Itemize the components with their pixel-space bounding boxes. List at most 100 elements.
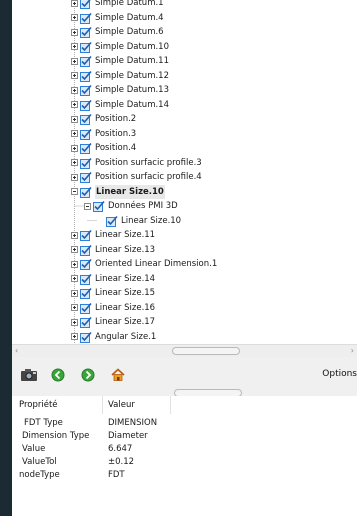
property-row[interactable]: Value 6.647 (12, 443, 357, 456)
tree-node-label: Simple Datum.13 (95, 85, 169, 95)
expand-toggle-icon[interactable] (71, 0, 78, 7)
expand-toggle-icon[interactable] (71, 101, 78, 108)
expand-toggle-icon[interactable] (71, 130, 78, 137)
column-separator[interactable] (170, 396, 171, 414)
horizontal-scrollbar[interactable]: ‹ › (12, 344, 357, 357)
tree-node[interactable]: Position surfacic profile.4 (71, 170, 202, 184)
header-property[interactable]: Propriété (19, 400, 58, 410)
checkbox-icon[interactable] (80, 273, 95, 285)
expand-toggle-icon[interactable] (71, 144, 78, 152)
property-value: Diameter (108, 431, 148, 441)
tree-node-label: Position.3 (95, 128, 137, 139)
tree-node[interactable]: Simple Datum.1 (71, 0, 164, 10)
checkbox-icon[interactable] (80, 128, 95, 140)
tree-node[interactable]: Linear Size.16 (71, 301, 155, 315)
checkbox-icon[interactable] (80, 84, 95, 96)
expand-toggle-icon[interactable] (71, 318, 78, 326)
tree-node[interactable]: Position.4 (71, 141, 136, 155)
tree-node[interactable]: Simple Datum.14 (71, 98, 169, 112)
checkbox-icon[interactable] (80, 157, 95, 169)
checkbox-icon[interactable] (80, 70, 95, 82)
checkbox-icon[interactable] (80, 331, 95, 343)
tree-node[interactable]: Oriented Linear Dimension.1 (71, 257, 217, 271)
checkbox-icon[interactable] (106, 215, 121, 227)
tree-node[interactable]: Simple Datum.11 (71, 54, 169, 68)
expand-toggle-icon[interactable] (71, 173, 78, 181)
checkbox-icon[interactable] (93, 200, 108, 212)
expand-toggle-icon[interactable] (71, 57, 78, 65)
home-icon[interactable] (109, 367, 127, 383)
property-row[interactable]: FDT Type DIMENSION (12, 417, 357, 430)
checkbox-icon[interactable] (80, 142, 95, 154)
tree-node[interactable]: Simple Datum.4 (71, 11, 164, 25)
checkbox-icon[interactable] (80, 12, 95, 24)
tree-node[interactable]: Données PMI 3D (84, 199, 178, 213)
model-tree[interactable]: Simple Datum.1 Simple Datum.4 Simple Datum… (12, 0, 357, 344)
checkbox-icon[interactable] (80, 171, 95, 183)
checkbox-icon[interactable] (80, 302, 95, 314)
camera-icon[interactable] (20, 367, 38, 383)
expand-toggle-icon[interactable] (71, 14, 78, 21)
expand-toggle-icon[interactable] (71, 289, 78, 297)
back-arrow-icon[interactable] (49, 367, 67, 383)
checkbox-icon[interactable] (80, 99, 95, 111)
property-row[interactable]: nodeType FDT (12, 469, 357, 482)
tree-node[interactable]: Linear Size.14 (71, 272, 155, 286)
tree-node-label: Linear Size.10 (121, 215, 182, 226)
expand-toggle-icon[interactable] (71, 72, 78, 79)
tree-node[interactable]: Linear Size.15 (71, 286, 155, 300)
forward-arrow-icon[interactable] (79, 367, 97, 383)
tree-node[interactable]: Simple Datum.6 (71, 25, 164, 39)
expand-toggle-icon[interactable] (71, 275, 78, 282)
expand-toggle-icon[interactable] (71, 246, 78, 253)
checkbox-icon[interactable] (80, 244, 95, 256)
checkbox-icon[interactable] (80, 113, 95, 125)
expand-toggle-icon[interactable] (71, 333, 78, 340)
tree-node[interactable]: Linear Size.10 (71, 184, 165, 199)
expand-toggle-icon[interactable] (71, 43, 78, 50)
checkbox-icon[interactable] (80, 41, 95, 53)
tree-node[interactable]: Linear Size.11 (71, 228, 155, 242)
expand-toggle-icon[interactable] (71, 231, 78, 239)
tree-node[interactable]: Linear Size.17 (71, 315, 155, 329)
tree-node-label: Linear Size.11 (95, 230, 156, 240)
checkbox-icon[interactable] (80, 26, 95, 38)
tree-node-label: Simple Datum.6 (95, 27, 164, 37)
column-separator[interactable] (102, 396, 103, 414)
properties-grid: Propriété Valeur FDT Type DIMENSION Dime… (12, 396, 357, 516)
checkbox-icon[interactable] (80, 55, 95, 67)
checkbox-icon[interactable] (80, 316, 95, 328)
scroll-right-arrow[interactable]: › (351, 346, 354, 355)
expand-toggle-icon[interactable] (71, 86, 78, 94)
options-button[interactable]: Options (322, 369, 357, 379)
scrollbar-thumb[interactable] (172, 347, 240, 355)
tree-node[interactable]: Position surfacic profile.3 (71, 156, 202, 170)
tree-node-label: Position.4 (95, 143, 137, 153)
property-row[interactable]: Dimension Type Diameter (12, 430, 357, 443)
checkbox-icon[interactable] (80, 287, 95, 299)
checkbox-icon[interactable] (80, 0, 95, 9)
checkbox-icon[interactable] (80, 186, 95, 198)
checkbox-icon[interactable] (80, 229, 95, 241)
tree-node-label: Simple Datum.10 (95, 41, 169, 52)
expand-toggle-icon[interactable] (71, 115, 78, 123)
properties-header: Propriété Valeur (12, 396, 357, 414)
collapse-toggle-icon[interactable] (71, 188, 78, 195)
tree-node[interactable]: Simple Datum.10 (71, 40, 169, 54)
tree-node[interactable]: Simple Datum.12 (71, 69, 169, 83)
expand-toggle-icon[interactable] (71, 159, 78, 166)
tree-node[interactable]: Angular Size.1 (71, 330, 156, 344)
expand-toggle-icon[interactable] (71, 304, 78, 311)
property-row[interactable]: ValueTol ±0.12 (12, 456, 357, 469)
tree-node[interactable]: Linear Size.13 (71, 243, 155, 257)
header-value[interactable]: Valeur (108, 400, 135, 410)
tree-node[interactable]: Position.2 (71, 112, 136, 126)
scroll-left-arrow[interactable]: ‹ (15, 346, 18, 355)
expand-toggle-icon[interactable] (71, 260, 78, 268)
collapse-toggle-icon[interactable] (84, 202, 91, 210)
expand-toggle-icon[interactable] (71, 28, 78, 36)
tree-node[interactable]: Linear Size.10 (97, 214, 181, 228)
checkbox-icon[interactable] (80, 258, 95, 270)
tree-node[interactable]: Position.3 (71, 127, 136, 141)
tree-node[interactable]: Simple Datum.13 (71, 83, 169, 97)
